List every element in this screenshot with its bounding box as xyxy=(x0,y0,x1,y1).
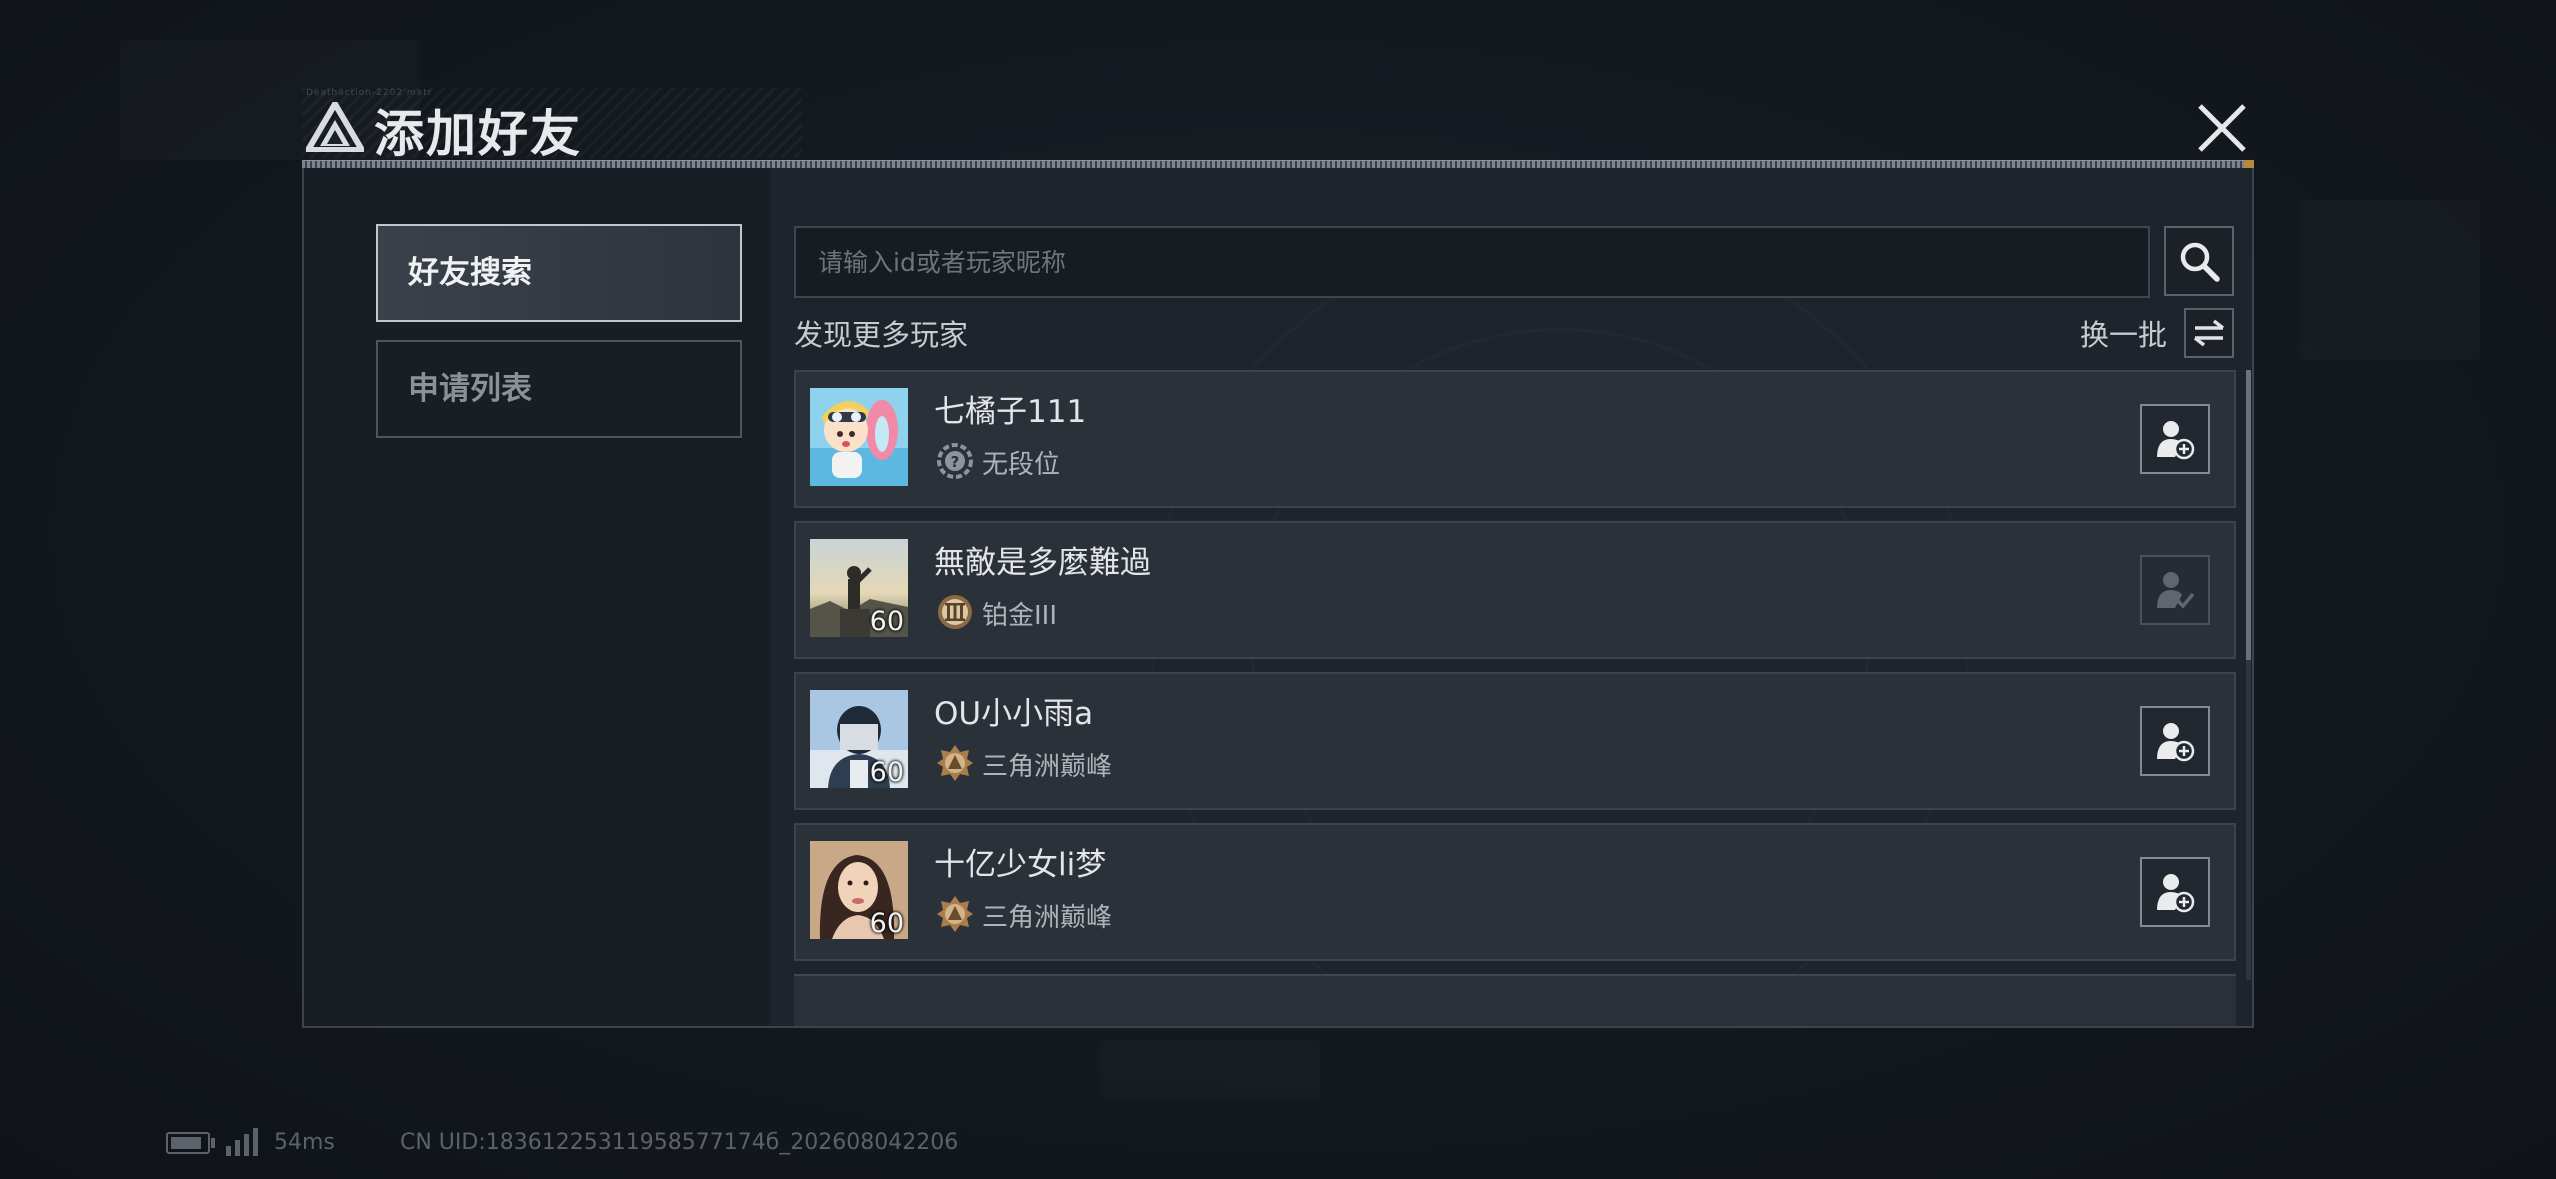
add-friend-button[interactable] xyxy=(2140,404,2210,474)
tab-request-list[interactable]: 申请列表 xyxy=(376,340,742,438)
avatar-level: 60 xyxy=(869,908,904,939)
close-icon xyxy=(2198,104,2246,152)
avatar[interactable]: 60 xyxy=(810,690,908,788)
list-item: 60 十亿少女li梦 三角洲巅峰 xyxy=(794,823,2236,961)
add-user-icon xyxy=(2157,874,2195,913)
player-name: 無敵是多麼難過 xyxy=(934,545,1151,581)
battery-icon xyxy=(166,1132,210,1154)
avatar-level: 60 xyxy=(869,757,904,788)
add-user-icon xyxy=(2157,421,2195,460)
search-icon xyxy=(2180,242,2220,282)
triangle-logo-icon xyxy=(306,102,364,152)
close-button[interactable] xyxy=(2192,98,2252,158)
avatar[interactable] xyxy=(810,388,908,486)
add-friend-button[interactable] xyxy=(2140,857,2210,927)
header-divider xyxy=(302,160,2254,169)
sidebar: 好友搜索 申请列表 xyxy=(304,168,770,1026)
player-name: 十亿少女li梦 xyxy=(934,847,1107,883)
peak-rank-icon xyxy=(937,745,973,781)
player-rank: 三角洲巅峰 xyxy=(982,752,1113,782)
add-friend-button[interactable] xyxy=(2140,706,2210,776)
unranked-badge-icon: ? xyxy=(937,443,973,479)
list-item: 60 OU小小雨a 三角洲巅峰 xyxy=(794,672,2236,810)
player-rank: 三角洲巅峰 xyxy=(982,903,1113,933)
player-rank: 铂金III xyxy=(982,601,1058,631)
add-friend-button-disabled xyxy=(2140,555,2210,625)
search-button[interactable] xyxy=(2164,226,2234,296)
search-field xyxy=(794,226,2150,298)
scrollbar[interactable] xyxy=(2246,370,2251,980)
player-name: OU小小雨a xyxy=(934,696,1094,732)
add-user-icon xyxy=(2157,723,2195,762)
uid-text: CN UID:18361225311958577174б_20260804220… xyxy=(400,1130,959,1155)
player-name: 七橘子111 xyxy=(934,394,1087,430)
list-item: 60 無敵是多麼難過 铂金III xyxy=(794,521,2236,659)
ping-text: 54ms xyxy=(274,1130,335,1155)
add-friend-panel: 好友搜索 申请列表 发现更多玩家 换一批 xyxy=(302,168,2254,1028)
list-item: 七橘子111 ? 无段位 xyxy=(794,370,2236,508)
refresh-button[interactable] xyxy=(2184,308,2234,358)
platinum-rank-icon xyxy=(938,595,972,629)
list-item-partial xyxy=(794,974,2236,1026)
user-pending-icon xyxy=(2157,572,2195,609)
avatar[interactable]: 60 xyxy=(810,841,908,939)
swap-arrows-icon xyxy=(2193,319,2225,347)
dialog-header: Deathaction-2202 matr 添加好友 xyxy=(302,88,2262,169)
peak-rank-icon xyxy=(937,896,973,932)
player-list: 七橘子111 ? 无段位 60 無敵是多麼難過 铂金III 60 OU小小雨a … xyxy=(794,370,2236,1026)
svg-text:?: ? xyxy=(951,453,960,471)
player-rank: 无段位 xyxy=(982,450,1061,480)
discover-label: 发现更多玩家 xyxy=(794,318,969,352)
search-input[interactable] xyxy=(796,228,2148,296)
battery-tip xyxy=(211,1138,215,1148)
avatar[interactable]: 60 xyxy=(810,539,908,637)
tab-friend-search[interactable]: 好友搜索 xyxy=(376,224,742,322)
main-content: 发现更多玩家 换一批 xyxy=(770,168,2252,1026)
page-title: 添加好友 xyxy=(374,105,582,163)
avatar-level: 60 xyxy=(869,606,904,637)
scrollbar-thumb[interactable] xyxy=(2246,370,2251,660)
refresh-label[interactable]: 换一批 xyxy=(2080,312,2167,354)
signal-icon xyxy=(226,1128,258,1156)
